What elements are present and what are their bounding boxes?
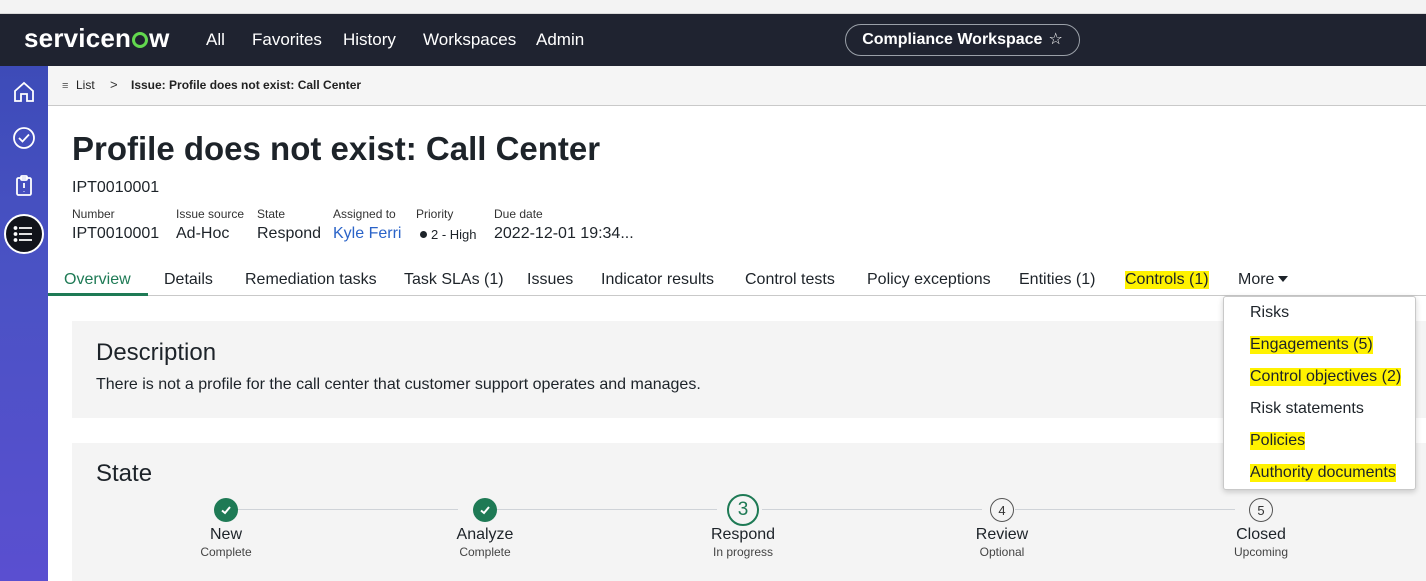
nav-history[interactable]: History xyxy=(343,30,396,50)
menu-item-policies[interactable]: Policies xyxy=(1250,432,1306,450)
field-value-due-date: 2022-12-01 19:34... xyxy=(494,225,634,242)
field-value-state: Respond xyxy=(257,225,322,242)
step-status: Complete xyxy=(200,545,252,559)
tab-details[interactable]: Details xyxy=(164,271,213,289)
servicenow-logo[interactable]: servicen w xyxy=(24,23,170,54)
check-icon xyxy=(473,498,497,522)
clipboard-icon[interactable] xyxy=(10,172,38,200)
field-value-issue-source: Ad-Hoc xyxy=(176,225,230,242)
tab-indicator-results[interactable]: Indicator results xyxy=(601,271,714,289)
field-label-number: Number xyxy=(72,207,115,221)
tab-more[interactable]: More xyxy=(1238,271,1289,289)
workspace-sidebar xyxy=(0,66,48,581)
state-step-respond: 3 Respond In progress xyxy=(663,494,823,559)
nav-admin[interactable]: Admin xyxy=(536,30,584,50)
step-marker: 5 xyxy=(1249,498,1273,522)
description-title: Description xyxy=(96,339,217,366)
menu-item-engagements[interactable]: Engagements (5) xyxy=(1250,336,1373,354)
state-step-analyze: Analyze Complete xyxy=(405,498,565,559)
state-step-new: New Complete xyxy=(146,498,306,559)
field-label-priority: Priority xyxy=(416,207,454,221)
list-small-icon: ≡ xyxy=(62,80,69,92)
record-tabs: Overview Details Remediation tasks Task … xyxy=(48,262,1426,296)
menu-item-control-objectives[interactable]: Control objectives (2) xyxy=(1250,368,1402,386)
step-status: Complete xyxy=(459,545,511,559)
menu-item-risks[interactable]: Risks xyxy=(1250,304,1289,322)
step-status: Optional xyxy=(979,545,1025,559)
tab-more-label: More xyxy=(1238,271,1275,288)
step-name: Review xyxy=(975,526,1029,543)
assigned-to-link[interactable]: Kyle Ferri xyxy=(333,225,401,243)
tab-remediation-tasks[interactable]: Remediation tasks xyxy=(245,271,377,289)
browser-bookmarks-strip xyxy=(0,0,1426,14)
tab-task-slas[interactable]: Task SLAs (1) xyxy=(404,271,504,289)
breadcrumb-current: Issue: Profile does not exist: Call Cent… xyxy=(131,78,362,92)
workspace-switcher[interactable]: Compliance Workspace ☆ xyxy=(845,24,1080,56)
tab-entities[interactable]: Entities (1) xyxy=(1019,271,1095,289)
description-text: There is not a profile for the call cent… xyxy=(96,376,701,393)
home-icon[interactable] xyxy=(10,78,38,106)
chevron-right-icon: > xyxy=(110,77,118,92)
active-tab-indicator xyxy=(48,293,148,296)
step-name: Closed xyxy=(1236,526,1286,543)
field-label-assigned-to: Assigned to xyxy=(333,207,396,221)
field-label-state: State xyxy=(257,207,286,221)
field-value-number: IPT0010001 xyxy=(72,225,160,242)
check-icon xyxy=(214,498,238,522)
tab-issues[interactable]: Issues xyxy=(527,271,573,289)
field-label-issue-source: Issue source xyxy=(176,207,245,221)
tab-overview[interactable]: Overview xyxy=(64,271,131,289)
tab-controls[interactable]: Controls (1) xyxy=(1125,271,1209,289)
menu-item-risk-statements[interactable]: Risk statements xyxy=(1250,400,1364,418)
field-label-due-date: Due date xyxy=(494,207,543,221)
page-title: Profile does not exist: Call Center xyxy=(72,130,601,167)
breadcrumb-list-link[interactable]: List xyxy=(76,78,95,92)
nav-favorites[interactable]: Favorites xyxy=(252,30,322,50)
state-title: State xyxy=(96,460,153,487)
list-icon[interactable] xyxy=(4,214,44,254)
step-marker: 4 xyxy=(990,498,1014,522)
priority-dot-icon xyxy=(420,231,427,238)
record-id: IPT0010001 xyxy=(72,179,160,196)
check-circle-icon[interactable] xyxy=(10,124,38,152)
step-status: Upcoming xyxy=(1233,545,1289,559)
workspace-label: Compliance Workspace xyxy=(862,31,1043,48)
step-name: New xyxy=(209,526,242,543)
star-icon[interactable]: ☆ xyxy=(1048,31,1062,48)
nav-all[interactable]: All xyxy=(206,30,225,50)
more-tabs-menu: Risks Engagements (5) Control objectives… xyxy=(1223,296,1416,490)
top-navigation-bar: servicen w All Favorites History Workspac… xyxy=(0,14,1426,66)
step-name: Respond xyxy=(710,526,776,543)
tab-policy-exceptions[interactable]: Policy exceptions xyxy=(867,271,991,289)
step-name: Analyze xyxy=(456,526,514,543)
tab-control-tests[interactable]: Control tests xyxy=(745,271,835,289)
priority-text: 2 - High xyxy=(431,227,477,242)
state-step-review: 4 Review Optional xyxy=(922,498,1082,559)
breadcrumb: ≡ List > Issue: Profile does not exist: … xyxy=(48,66,1426,106)
caret-down-icon xyxy=(1278,276,1289,282)
step-status: In progress xyxy=(712,545,774,559)
field-value-priority: 2 - High xyxy=(420,227,477,242)
menu-item-authority-documents[interactable]: Authority documents xyxy=(1250,464,1396,482)
step-marker: 3 xyxy=(727,494,759,526)
nav-workspaces[interactable]: Workspaces xyxy=(423,30,516,50)
state-step-closed: 5 Closed Upcoming xyxy=(1181,498,1341,559)
